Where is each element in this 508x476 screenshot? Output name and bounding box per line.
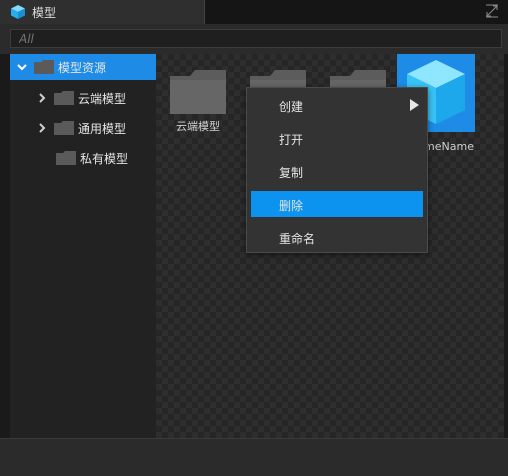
menu-item-create[interactable]: 创建	[251, 92, 423, 118]
chevron-right-icon[interactable]	[36, 92, 48, 104]
folder-tree: 模型资源 云端模型 通用模型 私有模型	[10, 54, 157, 438]
folder-icon	[54, 121, 74, 135]
right-gutter	[504, 54, 508, 438]
tree-item-common-models[interactable]: 通用模型	[36, 115, 126, 141]
menu-item-copy[interactable]: 复制	[251, 158, 423, 184]
chevron-down-icon[interactable]	[16, 61, 28, 73]
search-bar	[0, 24, 508, 54]
asset-folder[interactable]: 云端模型	[158, 70, 238, 134]
tree-label: 私有模型	[80, 151, 129, 166]
tree-item-private-models[interactable]: 私有模型	[50, 145, 128, 171]
tab-models[interactable]: 模型	[0, 0, 205, 24]
submenu-arrow-icon	[410, 99, 419, 111]
menu-item-label: 删除	[279, 199, 304, 213]
menu-item-label: 创建	[279, 100, 304, 114]
menu-item-label: 重命名	[279, 232, 316, 246]
tree-label: 云端模型	[78, 91, 127, 106]
search-input[interactable]	[10, 29, 502, 48]
folder-icon	[54, 91, 74, 105]
chevron-right-icon[interactable]	[36, 122, 48, 134]
folder-icon	[170, 70, 226, 114]
left-gutter	[0, 54, 10, 438]
asset-label: 云端模型	[176, 120, 220, 133]
menu-item-label: 复制	[279, 166, 304, 180]
folder-icon	[56, 151, 76, 165]
tree-label: 通用模型	[78, 121, 127, 136]
cube-icon	[11, 5, 25, 19]
menu-item-label: 打开	[279, 133, 304, 147]
context-menu: 创建 打开 复制 删除 重命名	[246, 87, 428, 253]
folder-icon	[34, 60, 54, 74]
maximize-icon[interactable]	[484, 3, 500, 19]
status-bar	[0, 438, 508, 476]
tree-item-cloud-models[interactable]: 云端模型	[36, 85, 126, 111]
tree-item-model-resources[interactable]: 模型资源	[10, 54, 156, 80]
tab-bar: 模型	[0, 0, 508, 24]
menu-item-open[interactable]: 打开	[251, 125, 423, 151]
tab-title: 模型	[32, 5, 57, 20]
menu-item-rename[interactable]: 重命名	[251, 224, 423, 250]
tree-label: 模型资源	[58, 60, 107, 75]
menu-item-delete[interactable]: 删除	[251, 191, 423, 217]
